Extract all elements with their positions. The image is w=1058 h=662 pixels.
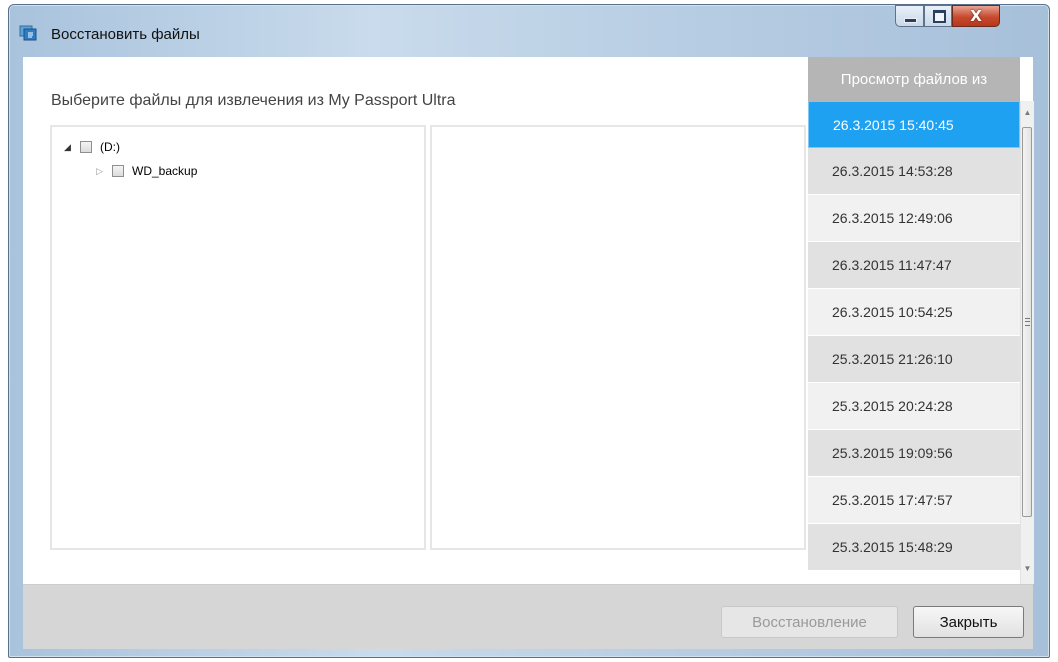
timestamp-panel: Просмотр файлов из 26.3.2015 15:40:45 26… (808, 57, 1034, 584)
page-heading: Выберите файлы для извлечения из My Pass… (51, 92, 456, 109)
timestamp-item[interactable]: 26.3.2015 11:47:47 (808, 242, 1020, 289)
collapsed-triangle-icon[interactable]: ▷ (96, 166, 108, 177)
timestamp-scrollbar[interactable]: ▲ ▼ (1020, 101, 1034, 584)
scrollbar-thumb[interactable] (1022, 127, 1032, 517)
footer-bar: Восстановление Закрыть (23, 584, 1033, 649)
minimize-icon (904, 18, 917, 23)
close-window-button[interactable]: X (952, 5, 1000, 27)
minimize-button[interactable] (895, 5, 924, 27)
timestamp-item[interactable]: 26.3.2015 14:53:28 (808, 148, 1020, 195)
timestamp-item[interactable]: 26.3.2015 10:54:25 (808, 289, 1020, 336)
maximize-icon (933, 10, 946, 23)
drive-checkbox[interactable] (80, 141, 92, 153)
timestamp-item[interactable]: 26.3.2015 12:49:06 (808, 195, 1020, 242)
scroll-up-icon[interactable]: ▲ (1021, 105, 1034, 121)
timestamp-item[interactable]: 25.3.2015 15:48:29 (808, 524, 1020, 571)
timestamp-item[interactable]: 25.3.2015 21:26:10 (808, 336, 1020, 383)
timestamp-item[interactable]: 25.3.2015 19:09:56 (808, 430, 1020, 477)
tree-node-label: (D:) (100, 140, 120, 154)
expanded-triangle-icon[interactable]: ◢ (64, 142, 76, 153)
tree-node-drive[interactable]: ◢ (D:) (64, 139, 122, 155)
close-button[interactable]: Закрыть (913, 606, 1024, 638)
restore-button[interactable]: Восстановление (721, 606, 898, 638)
timestamp-header: Просмотр файлов из (808, 57, 1020, 101)
scroll-down-icon[interactable]: ▼ (1021, 561, 1034, 577)
wd-backup-checkbox[interactable] (112, 165, 124, 177)
tree-node-label: WD_backup (132, 164, 198, 178)
close-icon: X (970, 7, 982, 25)
title-bar[interactable]: Восстановить файлы X (9, 5, 1047, 55)
maximize-button[interactable] (924, 5, 952, 27)
tree-node-wd-backup[interactable]: ▷ WD_backup (96, 163, 199, 179)
timestamp-item[interactable]: 25.3.2015 17:47:57 (808, 477, 1020, 524)
folder-tree-pane[interactable]: ◢ (D:) ▷ WD_backup (50, 125, 426, 550)
file-list-pane[interactable] (430, 125, 806, 550)
window-title: Восстановить файлы (51, 26, 200, 43)
client-area: Выберите файлы для извлечения из My Pass… (23, 57, 1034, 584)
restore-files-icon (19, 25, 37, 41)
grip-icon (1025, 318, 1030, 326)
timestamp-list: 26.3.2015 15:40:45 26.3.2015 14:53:28 26… (808, 101, 1020, 571)
timestamp-item[interactable]: 25.3.2015 20:24:28 (808, 383, 1020, 430)
timestamp-item[interactable]: 26.3.2015 15:40:45 (808, 101, 1020, 148)
